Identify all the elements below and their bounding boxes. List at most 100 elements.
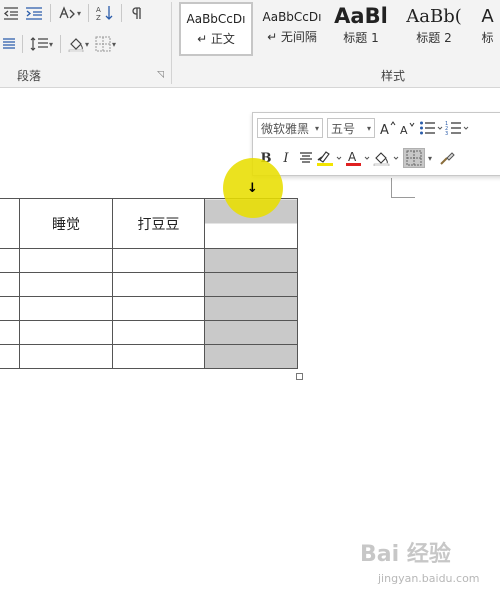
- italic-button[interactable]: I: [277, 147, 295, 169]
- borders-icon: [95, 36, 111, 52]
- table-cell[interactable]: [19, 320, 113, 345]
- center-align-button[interactable]: [297, 147, 315, 169]
- table-cell-selected[interactable]: [204, 296, 298, 321]
- borders-button[interactable]: [403, 148, 425, 168]
- shading-button[interactable]: ▾: [65, 33, 92, 55]
- table-cell[interactable]: [112, 248, 205, 273]
- table-cell[interactable]: [0, 272, 20, 297]
- ribbon-separator: [50, 4, 51, 22]
- table-cell-selected[interactable]: [204, 344, 298, 369]
- line-spacing-icon: [30, 37, 48, 51]
- table-row: [0, 248, 298, 273]
- font-color-button[interactable]: A: [345, 147, 371, 169]
- shrink-font-button[interactable]: A: [399, 117, 417, 139]
- chevron-down-icon: ▾: [112, 39, 117, 49]
- table-cell[interactable]: 睡觉: [19, 198, 113, 249]
- chevron-down-icon: ▾: [85, 39, 90, 49]
- table-cell[interactable]: [0, 248, 20, 273]
- ribbon-separator: [60, 35, 62, 53]
- style-name: ↵ 无间隔: [267, 30, 317, 44]
- paint-bucket-icon: [373, 152, 399, 166]
- numbering-button[interactable]: 123: [445, 117, 469, 139]
- table-row: [0, 296, 298, 321]
- table-cell-selected[interactable]: [204, 248, 298, 273]
- styles-gallery: AaBbCcDı ↵ 正文 AaBbCcDı ↵ 无间隔 AaBl 标题 1 A…: [175, 0, 500, 64]
- decrease-indent-icon: [3, 7, 18, 20]
- chevron-down-icon: ▾: [314, 123, 319, 133]
- table-cell[interactable]: [0, 344, 20, 369]
- chevron-down-icon: ▾: [366, 123, 371, 133]
- style-name: ↵ 正文: [197, 32, 235, 46]
- pilcrow-icon: [132, 7, 141, 19]
- font-name-value: 微软雅黑: [261, 121, 310, 136]
- paragraph-row-2: ▾ ▾ ▾: [0, 33, 119, 55]
- grow-font-button[interactable]: A: [379, 117, 397, 139]
- style-heading-1[interactable]: AaBl 标题 1: [329, 2, 393, 56]
- styles-group-label: 样式: [381, 69, 406, 83]
- mini-toolbar-row-1: 微软雅黑 ▾ 五号 ▾ A A 123: [257, 116, 471, 140]
- text-direction-icon: [59, 6, 75, 19]
- style-preview: A: [481, 6, 494, 27]
- format-painter-button[interactable]: [438, 147, 456, 169]
- increase-indent-icon: [26, 7, 42, 20]
- table-cell[interactable]: [112, 272, 205, 297]
- sort-button[interactable]: AZ: [93, 2, 117, 24]
- table-resize-handle[interactable]: [296, 373, 303, 380]
- sort-az-icon: AZ: [96, 6, 113, 21]
- grow-font-icon: A: [380, 121, 396, 136]
- font-size-dropdown[interactable]: 五号 ▾: [327, 118, 375, 138]
- style-preview: AaBbCcDı: [262, 10, 322, 24]
- borders-button[interactable]: ▾: [92, 33, 119, 55]
- line-spacing-button[interactable]: ▾: [27, 33, 56, 55]
- highlight-color-button[interactable]: [317, 147, 343, 169]
- style-normal[interactable]: AaBbCcDı ↵ 正文: [179, 2, 253, 56]
- page-margin-marker: [391, 178, 415, 198]
- table-cell[interactable]: [0, 198, 20, 249]
- distributed-align-button[interactable]: [0, 33, 18, 55]
- table-cell[interactable]: [112, 296, 205, 321]
- table-cell[interactable]: [0, 296, 20, 321]
- increase-indent-button[interactable]: [22, 2, 46, 24]
- style-preview: AaBb(: [406, 6, 462, 27]
- table-cell[interactable]: [19, 272, 113, 297]
- floating-mini-toolbar: 微软雅黑 ▾ 五号 ▾ A A 123 B I A ▾: [252, 112, 500, 176]
- document-table[interactable]: 睡觉 打豆豆: [0, 198, 298, 369]
- table-cell-selected[interactable]: [204, 320, 298, 345]
- font-name-dropdown[interactable]: 微软雅黑 ▾: [257, 118, 323, 138]
- style-title[interactable]: A 标: [475, 2, 500, 56]
- format-painter-icon: [440, 152, 455, 165]
- shading-button[interactable]: [373, 147, 401, 169]
- table-cell[interactable]: [0, 320, 20, 345]
- bullets-button[interactable]: [419, 117, 443, 139]
- style-heading-2[interactable]: AaBb( 标题 2: [397, 2, 471, 56]
- font-color-icon: A: [346, 150, 370, 166]
- numbering-icon: 123: [445, 121, 469, 136]
- decrease-indent-button[interactable]: [0, 2, 22, 24]
- style-preview: AaBl: [334, 4, 388, 28]
- svg-text:Z: Z: [96, 14, 101, 21]
- ribbon-separator: [88, 4, 90, 22]
- ribbon: ▾ AZ ▾ ▾ ▾ 段落 ◹ AaBbCcDı ↵ 正文 AaBbCcDı ↵…: [0, 0, 500, 88]
- paragraph-group-label: 段落: [17, 69, 42, 83]
- table-cell[interactable]: [19, 296, 113, 321]
- style-name: 标题 1: [343, 31, 379, 45]
- style-name: 标题 2: [416, 31, 452, 45]
- table-row: [0, 272, 298, 297]
- table-cell[interactable]: [112, 320, 205, 345]
- table-cell[interactable]: [19, 344, 113, 369]
- text-direction-button[interactable]: ▾: [55, 2, 84, 24]
- table-cell[interactable]: [112, 344, 205, 369]
- table-cell[interactable]: [19, 248, 113, 273]
- paragraph-row-1: ▾ AZ: [0, 2, 146, 24]
- paragraph-group: ▾ AZ ▾ ▾ ▾ 段落 ◹: [0, 0, 171, 88]
- table-cell[interactable]: 打豆豆: [112, 198, 205, 249]
- table-cell-selected[interactable]: [204, 272, 298, 297]
- paragraph-dialog-launcher-icon[interactable]: ◹: [157, 70, 164, 80]
- show-marks-button[interactable]: [126, 2, 146, 24]
- style-no-spacing[interactable]: AaBbCcDı ↵ 无间隔: [255, 2, 329, 56]
- chevron-down-icon: ▾: [77, 8, 82, 18]
- svg-text:3: 3: [445, 131, 448, 136]
- chevron-down-icon[interactable]: ▾: [428, 154, 432, 163]
- table-row: [0, 320, 298, 345]
- align-center-icon: [300, 152, 312, 163]
